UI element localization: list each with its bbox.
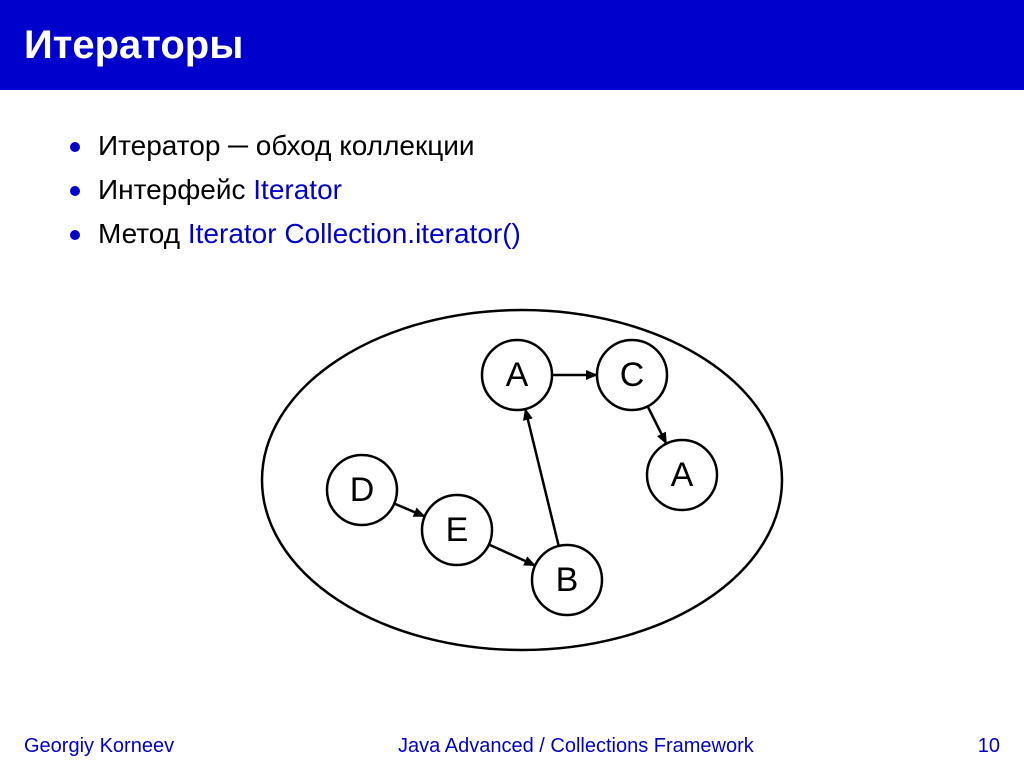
bullet-list: Итератор ─ обход коллекции Интерфейс Ite… (70, 130, 974, 250)
bullet-text: Интерфейс (98, 174, 253, 205)
edge-B-A1 (525, 409, 558, 546)
node-label-B: B (556, 561, 579, 599)
title-bar: Итераторы (0, 0, 1024, 90)
diagram-container: A C A D E B (70, 280, 974, 680)
node-label-C: C (620, 356, 645, 394)
node-label-E: E (446, 511, 469, 549)
edge-D-E (394, 504, 424, 517)
bullet-code: Iterator Collection.iterator() (188, 218, 521, 249)
bullet-text: Метод (98, 218, 188, 249)
slide-footer: Georgiy Korneev Java Advanced / Collecti… (0, 735, 1024, 758)
bullet-text: Итератор ─ обход коллекции (98, 130, 475, 161)
footer-page-number: 10 (978, 735, 1000, 758)
node-label-A2: A (671, 456, 694, 494)
bullet-item: Итератор ─ обход коллекции (70, 130, 974, 162)
bullet-code: Iterator (253, 174, 342, 205)
bullet-item: Интерфейс Iterator (70, 174, 974, 206)
iterator-diagram: A C A D E B (232, 280, 812, 680)
edge-C-A2 (648, 406, 667, 443)
node-label-A1: A (506, 356, 529, 394)
edge-E-B (489, 544, 535, 565)
slide-content: Итератор ─ обход коллекции Интерфейс Ite… (0, 90, 1024, 680)
footer-course: Java Advanced / Collections Framework (174, 735, 978, 758)
node-label-D: D (350, 471, 375, 509)
bullet-item: Метод Iterator Collection.iterator() (70, 218, 974, 250)
page-title: Итераторы (24, 23, 243, 68)
footer-author: Georgiy Korneev (24, 735, 174, 758)
